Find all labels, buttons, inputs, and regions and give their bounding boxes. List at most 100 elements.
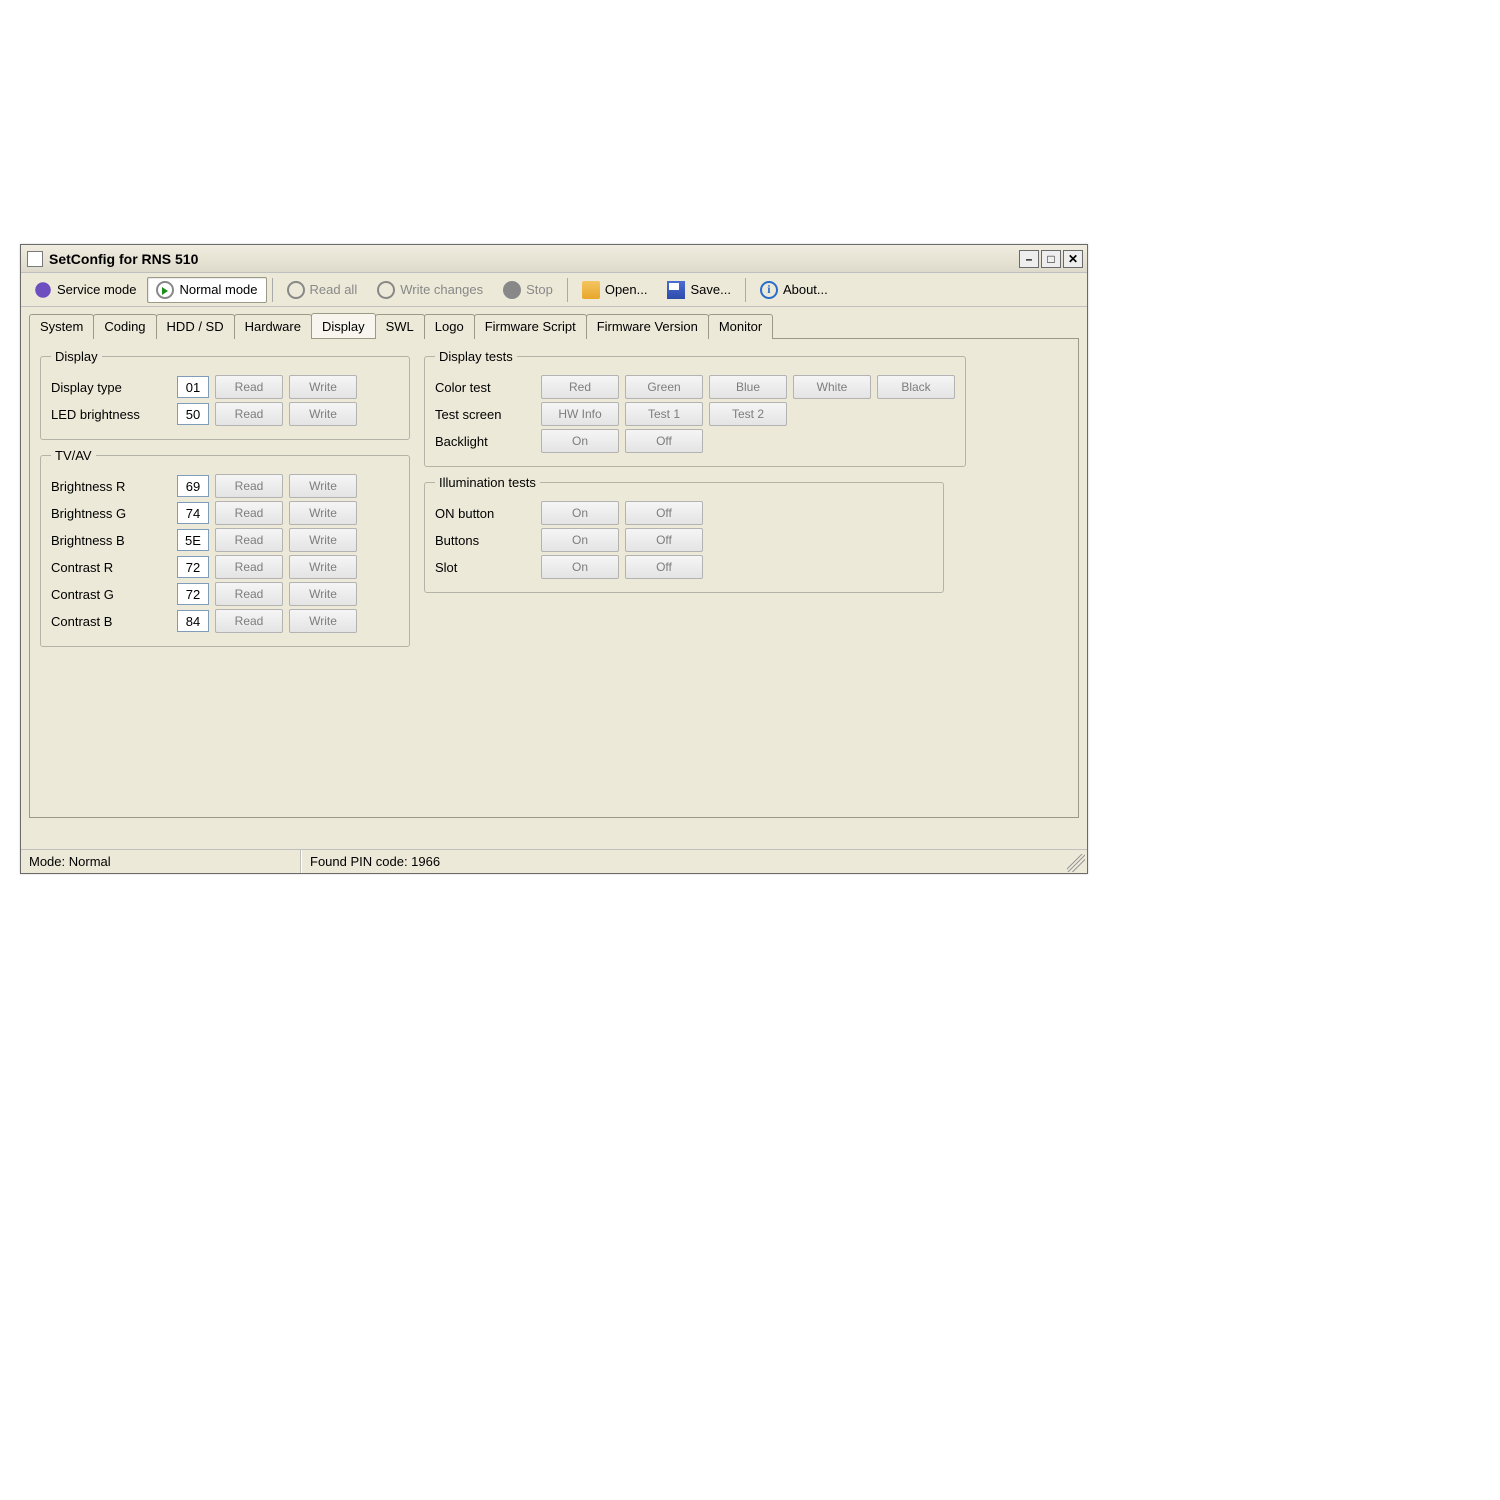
group-display-tests: Display tests Color test Red Green Blue … <box>424 349 966 467</box>
label: Brightness B <box>51 533 171 548</box>
write-button[interactable]: Write <box>289 375 357 399</box>
separator <box>567 278 568 302</box>
label: LED brightness <box>51 407 171 422</box>
tab-logo[interactable]: Logo <box>424 314 475 339</box>
tab-system[interactable]: System <box>29 314 94 339</box>
write-button[interactable]: Write <box>289 555 357 579</box>
save-icon <box>667 281 685 299</box>
tab-hdd-sd[interactable]: HDD / SD <box>156 314 235 339</box>
write-button[interactable]: Write <box>289 528 357 552</box>
row-on-button: ON button On Off <box>435 501 933 525</box>
content-area: System Coding HDD / SD Hardware Display … <box>21 307 1087 849</box>
read-button[interactable]: Read <box>215 375 283 399</box>
write-button[interactable]: Write <box>289 474 357 498</box>
info-icon <box>760 281 778 299</box>
stop-icon <box>503 281 521 299</box>
write-button[interactable]: Write <box>289 501 357 525</box>
slot-off[interactable]: Off <box>625 555 703 579</box>
folder-open-icon <box>582 281 600 299</box>
tab-firmware-version[interactable]: Firmware Version <box>586 314 709 339</box>
tab-hardware[interactable]: Hardware <box>234 314 312 339</box>
brightness-r-input[interactable] <box>177 475 209 497</box>
window-controls: – □ ✕ <box>1019 250 1083 268</box>
minimize-button[interactable]: – <box>1019 250 1039 268</box>
right-column: Display tests Color test Red Green Blue … <box>424 349 944 593</box>
write-changes-button[interactable]: Write changes <box>368 277 492 303</box>
brightness-g-input[interactable] <box>177 502 209 524</box>
label: Open... <box>605 282 648 297</box>
read-button[interactable]: Read <box>215 474 283 498</box>
read-all-button[interactable]: Read all <box>278 277 367 303</box>
close-button[interactable]: ✕ <box>1063 250 1083 268</box>
read-button[interactable]: Read <box>215 555 283 579</box>
label: Write changes <box>400 282 483 297</box>
backlight-on-button[interactable]: On <box>541 429 619 453</box>
label: Contrast B <box>51 614 171 629</box>
label: Service mode <box>57 282 136 297</box>
buttons-off[interactable]: Off <box>625 528 703 552</box>
read-button[interactable]: Read <box>215 528 283 552</box>
brightness-b-input[interactable] <box>177 529 209 551</box>
row-slot: Slot On Off <box>435 555 933 579</box>
slot-on[interactable]: On <box>541 555 619 579</box>
label: Normal mode <box>179 282 257 297</box>
blue-button[interactable]: Blue <box>709 375 787 399</box>
tab-swl[interactable]: SWL <box>375 314 425 339</box>
label: Brightness R <box>51 479 171 494</box>
about-button[interactable]: About... <box>751 277 837 303</box>
contrast-b-input[interactable] <box>177 610 209 632</box>
tab-coding[interactable]: Coding <box>93 314 156 339</box>
maximize-button[interactable]: □ <box>1041 250 1061 268</box>
group-title: TV/AV <box>51 448 96 463</box>
statusbar: Mode: Normal Found PIN code: 1966 <box>21 849 1087 873</box>
toolbar: Service mode Normal mode Read all Write … <box>21 273 1087 307</box>
group-title: Illumination tests <box>435 475 540 490</box>
open-button[interactable]: Open... <box>573 277 657 303</box>
green-button[interactable]: Green <box>625 375 703 399</box>
tab-strip: System Coding HDD / SD Hardware Display … <box>29 313 1079 338</box>
read-button[interactable]: Read <box>215 582 283 606</box>
buttons-on[interactable]: On <box>541 528 619 552</box>
red-button[interactable]: Red <box>541 375 619 399</box>
write-button[interactable]: Write <box>289 609 357 633</box>
black-button[interactable]: Black <box>877 375 955 399</box>
window-title: SetConfig for RNS 510 <box>49 251 1019 267</box>
app-icon <box>27 251 43 267</box>
tab-monitor[interactable]: Monitor <box>708 314 773 339</box>
tab-display[interactable]: Display <box>311 313 376 338</box>
test1-button[interactable]: Test 1 <box>625 402 703 426</box>
led-brightness-input[interactable] <box>177 403 209 425</box>
label: Backlight <box>435 434 535 449</box>
label: Read all <box>310 282 358 297</box>
resize-grip-icon[interactable] <box>1067 854 1085 872</box>
read-button[interactable]: Read <box>215 402 283 426</box>
write-button[interactable]: Write <box>289 582 357 606</box>
row-test-screen: Test screen HW Info Test 1 Test 2 <box>435 402 955 426</box>
tab-panel-display: Display Display type Read Write LED brig… <box>29 338 1079 818</box>
hw-info-button[interactable]: HW Info <box>541 402 619 426</box>
label: Contrast G <box>51 587 171 602</box>
group-title: Display <box>51 349 102 364</box>
read-button[interactable]: Read <box>215 609 283 633</box>
stop-button[interactable]: Stop <box>494 277 562 303</box>
app-window: SetConfig for RNS 510 – □ ✕ Service mode… <box>20 244 1088 874</box>
row-color-test: Color test Red Green Blue White Black <box>435 375 955 399</box>
contrast-r-input[interactable] <box>177 556 209 578</box>
test2-button[interactable]: Test 2 <box>709 402 787 426</box>
service-mode-button[interactable]: Service mode <box>25 277 145 303</box>
on-button-on[interactable]: On <box>541 501 619 525</box>
row-brightness-r: Brightness R Read Write <box>51 474 399 498</box>
row-contrast-r: Contrast R Read Write <box>51 555 399 579</box>
contrast-g-input[interactable] <box>177 583 209 605</box>
on-button-off[interactable]: Off <box>625 501 703 525</box>
save-button[interactable]: Save... <box>658 277 739 303</box>
read-button[interactable]: Read <box>215 501 283 525</box>
white-button[interactable]: White <box>793 375 871 399</box>
display-type-input[interactable] <box>177 376 209 398</box>
tab-firmware-script[interactable]: Firmware Script <box>474 314 587 339</box>
backlight-off-button[interactable]: Off <box>625 429 703 453</box>
write-button[interactable]: Write <box>289 402 357 426</box>
group-illumination-tests: Illumination tests ON button On Off Butt… <box>424 475 944 593</box>
label: Display type <box>51 380 171 395</box>
normal-mode-button[interactable]: Normal mode <box>147 277 266 303</box>
